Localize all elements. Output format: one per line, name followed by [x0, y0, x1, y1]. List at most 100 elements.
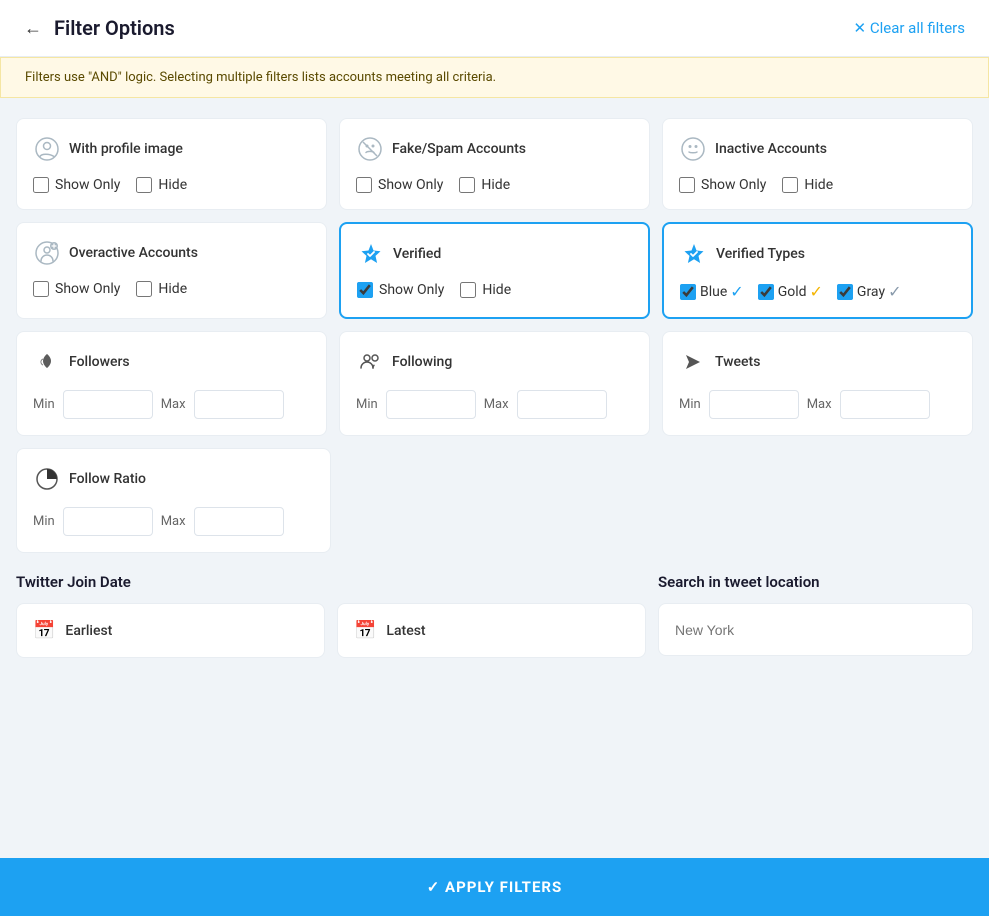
tweets-icon: [679, 348, 707, 376]
verified-types-label: Verified Types: [716, 246, 805, 262]
gold-type-badge: Gold ✓: [778, 282, 823, 301]
verified-type-blue-checkbox[interactable]: [680, 284, 696, 300]
filter-row-4: Follow Ratio Min Max: [16, 448, 973, 553]
content: With profile image Show Only Hide: [0, 98, 989, 678]
inactive-accounts-card: Inactive Accounts Show Only Hide: [662, 118, 973, 210]
following-header: Following: [356, 348, 633, 376]
follow-ratio-card: Follow Ratio Min Max: [16, 448, 331, 553]
overactive-accounts-options: Show Only Hide: [33, 281, 310, 297]
earliest-date-card[interactable]: 📅 Earliest: [16, 603, 325, 658]
overactive-accounts-show-only[interactable]: Show Only: [33, 281, 120, 297]
twitter-join-date-title: Twitter Join Date: [16, 573, 646, 591]
followers-max-input[interactable]: [194, 390, 284, 419]
verified-label: Verified: [393, 246, 441, 262]
fake-spam-show-only[interactable]: Show Only: [356, 177, 443, 193]
verified-type-blue[interactable]: Blue ✓: [680, 282, 744, 301]
following-label: Following: [392, 354, 452, 370]
verified-card: Verified Show Only Hide: [339, 222, 650, 319]
latest-date-label: Latest: [386, 623, 425, 639]
with-profile-image-header: With profile image: [33, 135, 310, 163]
following-max-input[interactable]: [517, 390, 607, 419]
twitter-join-date-section: Twitter Join Date 📅 Earliest 📅 Latest: [16, 573, 646, 658]
page-title: Filter Options: [54, 16, 175, 40]
verified-type-gray[interactable]: Gray ✓: [837, 282, 902, 301]
tweets-max-input[interactable]: [840, 390, 930, 419]
verified-hide[interactable]: Hide: [460, 282, 511, 298]
follow-ratio-icon: [33, 465, 61, 493]
tweet-location-title: Search in tweet location: [658, 573, 973, 591]
verified-type-gray-checkbox[interactable]: [837, 284, 853, 300]
calendar-earliest-icon: 📅: [33, 620, 55, 641]
verified-type-gold-checkbox[interactable]: [758, 284, 774, 300]
overactive-accounts-label: Overactive Accounts: [69, 245, 198, 261]
verified-types-header: Verified Types: [680, 240, 955, 268]
apply-filters-label: ✓ APPLY FILTERS: [427, 878, 563, 896]
inactive-accounts-show-only-checkbox[interactable]: [679, 177, 695, 193]
verified-icon: [357, 240, 385, 268]
follow-ratio-min-input[interactable]: [63, 507, 153, 536]
tweets-min-input[interactable]: [709, 390, 799, 419]
verified-types-options: Blue ✓ Gold ✓ Gray ✓: [680, 282, 955, 301]
following-min-input[interactable]: [386, 390, 476, 419]
verified-show-only[interactable]: Show Only: [357, 282, 444, 298]
tweet-location-card: [658, 603, 973, 656]
tweets-range: Min Max: [679, 390, 956, 419]
blue-check-icon: ✓: [730, 282, 743, 301]
overactive-accounts-show-only-checkbox[interactable]: [33, 281, 49, 297]
inactive-accounts-show-only[interactable]: Show Only: [679, 177, 766, 193]
filter-row-2: Overactive Accounts Show Only Hide: [16, 222, 973, 319]
apply-filters-bar[interactable]: ✓ APPLY FILTERS: [0, 858, 989, 916]
verified-show-only-checkbox[interactable]: [357, 282, 373, 298]
inactive-accounts-header: Inactive Accounts: [679, 135, 956, 163]
verified-hide-checkbox[interactable]: [460, 282, 476, 298]
with-profile-image-show-only[interactable]: Show Only: [33, 177, 120, 193]
bottom-sections: Twitter Join Date 📅 Earliest 📅 Latest Se…: [16, 565, 973, 658]
fake-spam-options: Show Only Hide: [356, 177, 633, 193]
fake-spam-icon: [356, 135, 384, 163]
with-profile-image-options: Show Only Hide: [33, 177, 310, 193]
follow-ratio-header: Follow Ratio: [33, 465, 314, 493]
overactive-accounts-header: Overactive Accounts: [33, 239, 310, 267]
following-range: Min Max: [356, 390, 633, 419]
followers-header: Followers: [33, 348, 310, 376]
followers-card: Followers Min Max: [16, 331, 327, 436]
fake-spam-hide-checkbox[interactable]: [459, 177, 475, 193]
calendar-latest-icon: 📅: [354, 620, 376, 641]
inactive-accounts-options: Show Only Hide: [679, 177, 956, 193]
inactive-accounts-hide[interactable]: Hide: [782, 177, 833, 193]
gray-type-badge: Gray ✓: [857, 282, 902, 301]
empty-filler: [343, 448, 973, 553]
with-profile-image-hide[interactable]: Hide: [136, 177, 187, 193]
tweet-location-input[interactable]: [675, 622, 956, 638]
following-icon: [356, 348, 384, 376]
with-profile-image-hide-checkbox[interactable]: [136, 177, 152, 193]
overactive-accounts-hide[interactable]: Hide: [136, 281, 187, 297]
followers-range: Min Max: [33, 390, 310, 419]
with-profile-image-label: With profile image: [69, 141, 183, 157]
fake-spam-header: Fake/Spam Accounts: [356, 135, 633, 163]
fake-spam-card: Fake/Spam Accounts Show Only Hide: [339, 118, 650, 210]
clear-all-filters-button[interactable]: ✕ Clear all filters: [854, 19, 965, 37]
fake-spam-show-only-checkbox[interactable]: [356, 177, 372, 193]
fake-spam-hide[interactable]: Hide: [459, 177, 510, 193]
tweet-location-section: Search in tweet location: [658, 573, 973, 658]
with-profile-image-show-only-checkbox[interactable]: [33, 177, 49, 193]
blue-type-badge: Blue ✓: [700, 282, 744, 301]
follow-ratio-max-input[interactable]: [194, 507, 284, 536]
verified-types-card: Verified Types Blue ✓ Gold ✓: [662, 222, 973, 319]
fake-spam-label: Fake/Spam Accounts: [392, 141, 526, 157]
followers-min-input[interactable]: [63, 390, 153, 419]
info-banner: Filters use "AND" logic. Selecting multi…: [0, 57, 989, 98]
tweets-card: Tweets Min Max: [662, 331, 973, 436]
verified-type-gold[interactable]: Gold ✓: [758, 282, 823, 301]
followers-icon: [33, 348, 61, 376]
overactive-accounts-card: Overactive Accounts Show Only Hide: [16, 222, 327, 319]
inactive-accounts-hide-checkbox[interactable]: [782, 177, 798, 193]
latest-date-card[interactable]: 📅 Latest: [337, 603, 646, 658]
overactive-accounts-hide-checkbox[interactable]: [136, 281, 152, 297]
inactive-accounts-label: Inactive Accounts: [715, 141, 827, 157]
back-button[interactable]: ←: [24, 18, 42, 39]
earliest-date-label: Earliest: [65, 623, 112, 639]
follow-ratio-range: Min Max: [33, 507, 314, 536]
verified-types-icon: [680, 240, 708, 268]
